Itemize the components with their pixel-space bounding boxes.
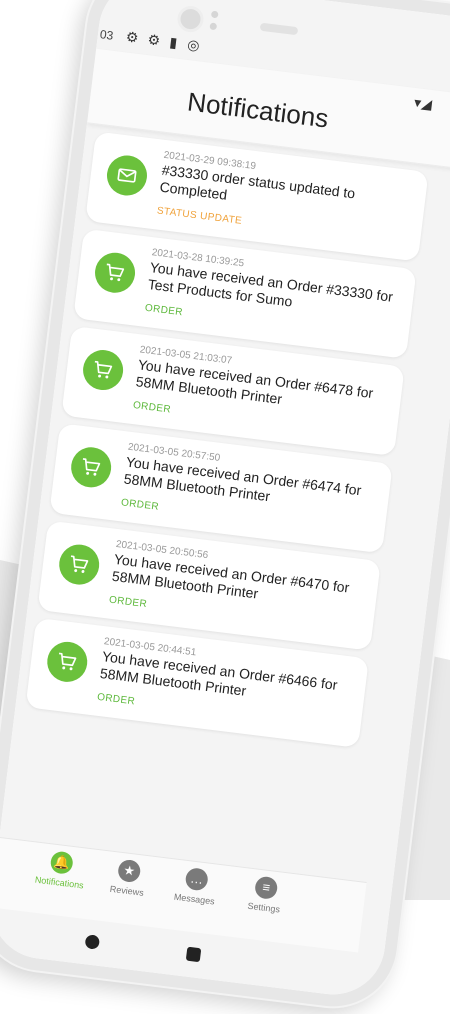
notification-message: You have received an Order #6474 for 58M… xyxy=(123,453,363,505)
earpiece-speaker xyxy=(259,22,299,36)
front-camera xyxy=(176,4,205,34)
notification-message: You have received an Order #33330 for Te… xyxy=(146,259,394,310)
nav-item-messages[interactable]: … Messages xyxy=(159,864,233,908)
notification-message: You have received an Order #6466 for 58M… xyxy=(99,648,339,699)
recent-apps-button[interactable] xyxy=(185,946,202,963)
nav-label: Reviews xyxy=(109,883,145,898)
sim-card-icon: ▮ xyxy=(168,33,179,51)
nav-item-settings[interactable]: ≡ Settings xyxy=(228,873,302,917)
home-button[interactable] xyxy=(84,934,101,950)
notification-type-label: ORDER xyxy=(96,691,136,708)
notification-type-label: ORDER xyxy=(108,594,148,611)
notification-type-label: ORDER xyxy=(120,497,160,513)
shopping-cart-icon xyxy=(44,639,90,685)
status-time: 03 xyxy=(99,27,115,43)
nav-label: Messages xyxy=(173,891,216,907)
shopping-cart-icon xyxy=(68,445,114,490)
star-icon: ★ xyxy=(116,858,142,884)
notification-message: You have received an Order #6478 for 58M… xyxy=(135,356,375,407)
nav-label: Notifications xyxy=(34,874,85,891)
data-saver-icon: ◎ xyxy=(186,35,201,54)
nav-label: Settings xyxy=(247,900,281,915)
notification-message: You have received an Order #6470 for 58M… xyxy=(111,550,351,602)
notification-type-label: STATUS UPDATE xyxy=(156,205,243,227)
signal-icon: ▾◢ xyxy=(413,94,433,113)
nav-item-notifications[interactable]: 🔔 Notifications xyxy=(24,847,98,891)
gear-icon: ⚙ xyxy=(124,28,140,46)
sensor-dot xyxy=(210,10,219,19)
bell-icon: 🔔 xyxy=(49,850,75,875)
shopping-cart-icon xyxy=(80,347,126,393)
chat-icon: … xyxy=(184,866,209,892)
envelope-icon xyxy=(104,153,150,198)
shopping-cart-icon xyxy=(56,542,102,587)
notification-type-label: ORDER xyxy=(144,302,184,319)
notification-list: 2021-03-29 09:38:19 #33330 order status u… xyxy=(6,121,435,748)
sensor-dot xyxy=(209,22,218,31)
shopping-cart-icon xyxy=(92,250,138,296)
gear-icon: ⚙ xyxy=(146,31,162,49)
nav-item-reviews[interactable]: ★ Reviews xyxy=(91,856,165,900)
notification-type-label: ORDER xyxy=(132,399,172,416)
list-icon: ≡ xyxy=(253,875,279,901)
